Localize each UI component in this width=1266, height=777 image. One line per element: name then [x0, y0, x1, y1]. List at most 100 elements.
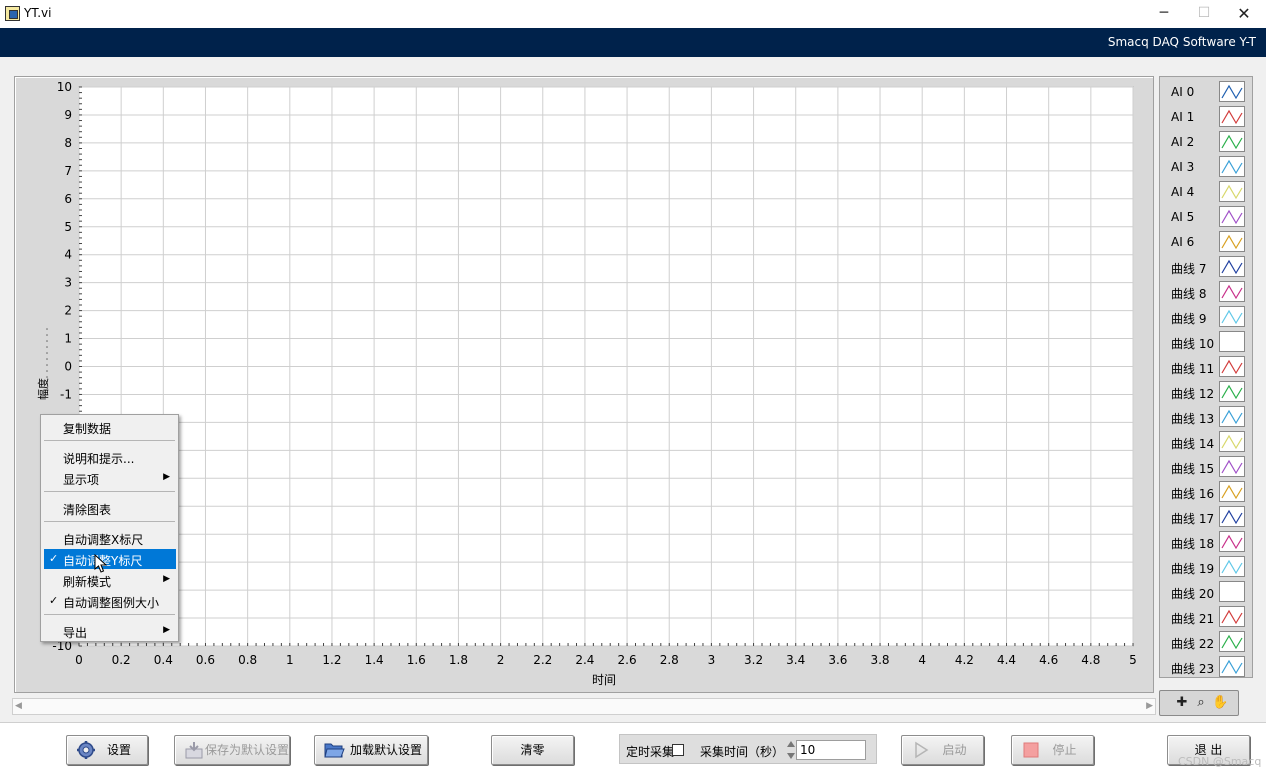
legend-plot-swatch[interactable]	[1219, 131, 1245, 152]
stop-button[interactable]: 停止	[1011, 735, 1094, 765]
close-button[interactable]: ✕	[1222, 0, 1266, 28]
context-menu-item[interactable]: 清除图表	[44, 498, 176, 518]
legend-plot-swatch[interactable]	[1219, 281, 1245, 302]
legend-plot-swatch[interactable]	[1219, 431, 1245, 452]
legend-item[interactable]: 曲线 20	[1160, 579, 1252, 604]
legend-item[interactable]: 曲线 16	[1160, 479, 1252, 504]
legend-item[interactable]: 曲线 15	[1160, 454, 1252, 479]
legend-item[interactable]: 曲线 12	[1160, 379, 1252, 404]
context-menu-item[interactable]: 导出 ▶	[44, 621, 176, 641]
legend-item[interactable]: AI 5	[1160, 204, 1252, 229]
context-menu-item-label: 导出	[63, 626, 88, 640]
period-increment-decrement-icon[interactable]	[786, 739, 796, 761]
waveform-chart[interactable]: 109876543210-1-2-3-4-5-6-7-8-9-10 00.20.…	[14, 76, 1154, 693]
legend-plot-swatch[interactable]	[1219, 556, 1245, 577]
legend-plot-swatch[interactable]	[1219, 181, 1245, 202]
scroll-right-arrow-icon[interactable]: ▶	[1146, 701, 1153, 711]
legend-item-label: 曲线 13	[1171, 412, 1215, 426]
legend-item[interactable]: AI 0	[1160, 79, 1252, 104]
legend-plot-swatch[interactable]	[1219, 506, 1245, 527]
legend-item[interactable]: AI 3	[1160, 154, 1252, 179]
legend-plot-swatch[interactable]	[1219, 106, 1245, 127]
mouse-pointer-icon	[94, 554, 108, 573]
legend-item[interactable]: 曲线 17	[1160, 504, 1252, 529]
y-tick-label: 8	[64, 136, 72, 150]
labview-app-icon	[5, 6, 20, 21]
context-menu-item-label: 显示项	[63, 473, 100, 487]
legend-plot-swatch[interactable]	[1219, 656, 1245, 677]
legend-item[interactable]: AI 2	[1160, 129, 1252, 154]
legend-plot-swatch[interactable]	[1219, 156, 1245, 177]
legend-plot-swatch[interactable]	[1219, 231, 1245, 252]
x-tick-label: 4.8	[1081, 653, 1100, 667]
timed-acquisition-checkbox[interactable]	[672, 744, 684, 756]
x-tick-label: 3.8	[870, 653, 889, 667]
y-tick-label: 2	[64, 304, 72, 318]
legend-item[interactable]: 曲线 9	[1160, 304, 1252, 329]
legend-plot-swatch[interactable]	[1219, 456, 1245, 477]
context-menu-item[interactable]: ✓ 自动调整图例大小	[44, 591, 176, 611]
legend-item[interactable]: 曲线 10	[1160, 329, 1252, 354]
context-menu-item[interactable]: 显示项 ▶	[44, 468, 176, 488]
start-button[interactable]: 启动	[901, 735, 984, 765]
x-tick-label: 3	[708, 653, 716, 667]
legend-item[interactable]: AI 4	[1160, 179, 1252, 204]
legend-plot-swatch[interactable]	[1219, 306, 1245, 327]
legend-item[interactable]: 曲线 19	[1160, 554, 1252, 579]
plot-legend[interactable]: AI 0 AI 1 AI 2 AI 3 AI 4 AI 5 AI 6 曲线 7 曲线 8 曲线 9…	[1159, 76, 1253, 678]
legend-item[interactable]: 曲线 11	[1160, 354, 1252, 379]
acquisition-period-label: 采集时间（秒）	[700, 745, 785, 759]
legend-item[interactable]: AI 1	[1160, 104, 1252, 129]
context-menu-item[interactable]: 复制数据	[44, 417, 176, 437]
maximize-button[interactable]: ☐	[1182, 0, 1226, 28]
settings-button[interactable]: 设置	[66, 735, 148, 765]
legend-plot-swatch[interactable]	[1219, 81, 1245, 102]
legend-item[interactable]: 曲线 14	[1160, 429, 1252, 454]
legend-item[interactable]: 曲线 22	[1160, 629, 1252, 654]
legend-plot-swatch[interactable]	[1219, 331, 1245, 352]
legend-plot-swatch[interactable]	[1219, 206, 1245, 227]
legend-plot-swatch[interactable]	[1219, 581, 1245, 602]
legend-item-label: 曲线 18	[1171, 537, 1215, 551]
context-menu-item[interactable]: 刷新模式 ▶	[44, 570, 176, 590]
y-axis-label: 幅度	[36, 378, 50, 400]
acquisition-period-input[interactable]: 10	[796, 740, 866, 760]
legend-plot-swatch[interactable]	[1219, 356, 1245, 377]
legend-plot-swatch[interactable]	[1219, 256, 1245, 277]
legend-item[interactable]: 曲线 23	[1160, 654, 1252, 679]
legend-item-label: 曲线 11	[1171, 362, 1215, 376]
legend-plot-swatch[interactable]	[1219, 531, 1245, 552]
legend-item-label: 曲线 7	[1171, 262, 1207, 276]
legend-plot-swatch[interactable]	[1219, 606, 1245, 627]
legend-plot-swatch[interactable]	[1219, 381, 1245, 402]
legend-item[interactable]: AI 6	[1160, 229, 1252, 254]
horizontal-scrollbar[interactable]: ◀ ▶	[12, 698, 1156, 715]
legend-item[interactable]: 曲线 21	[1160, 604, 1252, 629]
legend-item[interactable]: 曲线 13	[1160, 404, 1252, 429]
legend-plot-swatch[interactable]	[1219, 406, 1245, 427]
context-menu-item[interactable]: 自动调整X标尺	[44, 528, 176, 548]
legend-item[interactable]: 曲线 18	[1160, 529, 1252, 554]
pan-hand-icon[interactable]: ✋	[1212, 695, 1228, 711]
context-menu-item-label: 复制数据	[63, 422, 112, 436]
zero-button[interactable]: 清零	[491, 735, 574, 765]
load-default-button[interactable]: 加载默认设置	[314, 735, 428, 765]
context-menu-item[interactable]: ✓ 自动调整Y标尺	[44, 549, 176, 569]
legend-item-label: 曲线 19	[1171, 562, 1215, 576]
save-default-button[interactable]: 保存为默认设置	[174, 735, 290, 765]
zoom-icon[interactable]: ⌕	[1193, 695, 1209, 711]
crosshair-icon[interactable]: ✚	[1174, 695, 1190, 711]
x-tick-labels: 0 0.2 0.4 0.6 0.8 1 1.2 1.4 1.6 1.8 2 2.2 2.4 2.6 2.8 3…	[75, 653, 1137, 667]
legend-plot-swatch[interactable]	[1219, 631, 1245, 652]
submenu-arrow-icon: ▶	[163, 625, 170, 635]
timed-acquisition-label: 定时采集	[626, 745, 675, 759]
legend-plot-swatch[interactable]	[1219, 481, 1245, 502]
checkmark-icon: ✓	[49, 552, 59, 565]
axis-label-dot	[46, 328, 48, 330]
legend-item[interactable]: 曲线 7	[1160, 254, 1252, 279]
context-menu-item[interactable]: 说明和提示...	[44, 447, 176, 467]
minimize-button[interactable]: ─	[1142, 0, 1186, 28]
grid-lines	[78, 86, 1134, 647]
scroll-left-arrow-icon[interactable]: ◀	[15, 701, 22, 711]
legend-item[interactable]: 曲线 8	[1160, 279, 1252, 304]
